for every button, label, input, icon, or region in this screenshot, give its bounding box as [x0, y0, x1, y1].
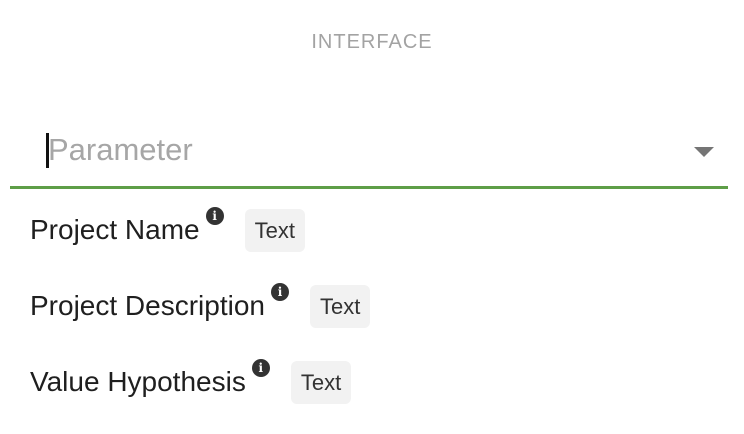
parameter-select-field[interactable]	[10, 125, 728, 189]
option-label: Project Description	[30, 290, 265, 321]
type-badge: Text	[290, 360, 352, 404]
interface-panel: INTERFACE Project Name i Text Project De…	[0, 0, 744, 434]
parameter-input[interactable]	[48, 129, 668, 171]
option-label: Project Name	[30, 214, 200, 245]
info-icon[interactable]: i	[270, 283, 289, 301]
option-label: Value Hypothesis	[30, 366, 246, 397]
chevron-down-icon[interactable]	[694, 147, 714, 157]
section-title: INTERFACE	[311, 31, 433, 53]
option-value-hypothesis[interactable]: Value Hypothesis i Text	[30, 357, 352, 407]
option-project-name[interactable]: Project Name i Text	[30, 205, 305, 255]
type-badge: Text	[244, 208, 305, 252]
info-icon[interactable]: i	[205, 207, 224, 225]
option-project-description[interactable]: Project Description i Text	[30, 281, 371, 331]
info-icon[interactable]: i	[251, 359, 270, 377]
type-badge: Text	[309, 284, 371, 328]
